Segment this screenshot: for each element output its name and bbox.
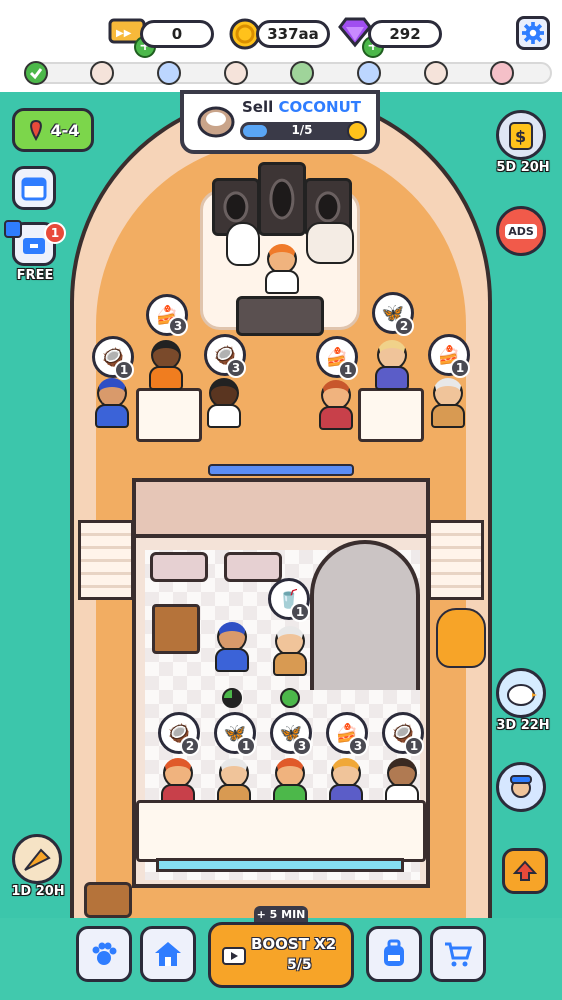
bird-event-button[interactable]: [496, 668, 546, 718]
order-count-badge: 1: [114, 360, 134, 380]
backpack-icon: [384, 939, 404, 966]
cabin-window: [224, 552, 282, 582]
butterfly-token-icon: [157, 61, 181, 85]
customer-police: [214, 622, 250, 672]
dj-turntable: [236, 296, 324, 336]
check-icon: [24, 61, 48, 85]
customer-elder: [430, 378, 466, 428]
dj-character: [264, 244, 300, 294]
order-count-badge: 3: [292, 736, 312, 756]
boost-label: BOOST X2: [251, 935, 337, 953]
goat-pet: [306, 222, 354, 264]
home-button[interactable]: [140, 926, 196, 982]
chef-duck-npc: [436, 608, 486, 668]
shop-button[interactable]: [430, 926, 486, 982]
order-count-badge: 3: [226, 358, 246, 378]
customer: [318, 380, 354, 430]
pass-icon: $: [509, 122, 533, 150]
deck-table-left: [136, 388, 202, 442]
level-label: 4-4: [50, 120, 80, 140]
cabin-sign: [208, 464, 354, 476]
gear-icon: [522, 22, 544, 44]
order-count-badge: 3: [168, 316, 188, 336]
customer: [148, 340, 184, 390]
remove-ads-button[interactable]: ADS: [496, 206, 546, 256]
boost-button[interactable]: BOOST X2 5/5: [208, 922, 354, 988]
house-icon: [155, 942, 181, 966]
order-count-badge: 2: [180, 736, 200, 756]
fisherman-icon: [510, 775, 532, 798]
stairs-left: [78, 520, 134, 600]
wait-timer-icon: [280, 688, 300, 708]
order-count-badge: 1: [338, 360, 358, 380]
customer: [374, 340, 410, 390]
calendar-icon: [21, 177, 47, 201]
coin-icon: [346, 120, 368, 146]
svg-text:$: $: [515, 127, 526, 146]
quest-item-name: COCONUT: [278, 98, 362, 116]
free-label: FREE: [16, 268, 54, 283]
serving-counter: [136, 800, 426, 862]
calendar-button[interactable]: [12, 166, 56, 210]
cart-icon: [445, 942, 473, 967]
backpack-button[interactable]: [366, 926, 422, 982]
cabin-window: [150, 552, 208, 582]
bird-timer: 3D 22H: [496, 718, 550, 733]
coconut-crate: [84, 882, 132, 918]
customer: [206, 378, 242, 428]
order-count-badge: 1: [450, 358, 470, 378]
counter-base: [156, 858, 404, 872]
cabin-doorway: [310, 540, 420, 690]
boost-count: 5/5: [287, 957, 312, 973]
speaker: [258, 162, 306, 236]
wait-timer-icon: [222, 688, 242, 708]
cake-token-icon: [490, 61, 514, 85]
customer-elder: [272, 626, 308, 676]
event-shop-button[interactable]: [12, 834, 62, 884]
coins-counter: 337aa: [256, 20, 330, 48]
goose-pet: [226, 222, 260, 266]
cabin-roof: [132, 478, 430, 538]
butterfly-token-icon: [357, 61, 381, 85]
order-count-badge: 1: [290, 602, 310, 622]
deck-table-right: [358, 388, 424, 442]
level-button[interactable]: 4-4: [12, 108, 94, 152]
bird-icon: [507, 684, 537, 706]
notification-badge: 1: [44, 222, 66, 244]
order-count-badge: 2: [394, 316, 414, 336]
order-count-badge: 1: [404, 736, 424, 756]
ads-label: ADS: [505, 223, 537, 239]
pass-timer: 5D 20H: [496, 160, 550, 175]
pets-button[interactable]: [76, 926, 132, 982]
coconut-token-icon: [224, 61, 248, 85]
season-pass-button[interactable]: $: [496, 110, 546, 160]
settings-button[interactable]: [516, 16, 550, 50]
character-button[interactable]: [496, 762, 546, 812]
gift-box-icon: [23, 238, 45, 254]
gems-counter: 292: [368, 20, 442, 48]
video-ad-icon: [4, 220, 22, 238]
coconut-token-icon: [424, 61, 448, 85]
person-token-icon: [290, 61, 314, 85]
coconut-token-icon: [90, 61, 114, 85]
coconut-icon: [196, 104, 236, 144]
map-pin-icon: [29, 119, 42, 141]
stairs-right: [428, 520, 484, 600]
drink-station: [152, 604, 200, 654]
tv-ad-icon: [222, 947, 246, 965]
event-timer: 1D 20H: [11, 884, 65, 899]
order-count-badge: 1: [236, 736, 256, 756]
arrow-up-icon: [513, 860, 537, 881]
quest-sell-label: Sell: [242, 98, 274, 116]
paw-icon: [92, 942, 117, 965]
upgrade-arrow-button[interactable]: [502, 848, 548, 894]
order-count-badge: 3: [348, 736, 368, 756]
tickets-counter: 0: [140, 20, 214, 48]
customer-police: [94, 378, 130, 428]
svg-text:▶▶: ▶▶: [116, 28, 132, 39]
horn-icon: [24, 848, 51, 871]
